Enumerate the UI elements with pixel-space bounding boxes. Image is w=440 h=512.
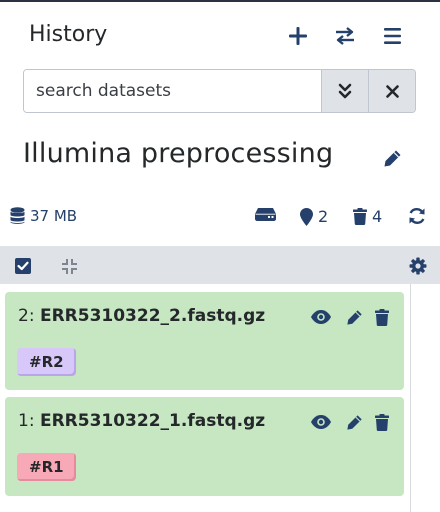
select-items-button[interactable] bbox=[11, 254, 35, 278]
edit-history-button[interactable] bbox=[378, 144, 406, 172]
panel-title: History bbox=[29, 22, 108, 47]
dataset-item[interactable]: 1: ERR5310322_1.fastq.gz #R1 bbox=[5, 397, 404, 496]
history-header: History bbox=[0, 14, 440, 58]
dataset-tag[interactable]: #R1 bbox=[17, 453, 76, 481]
pencil-icon bbox=[384, 150, 400, 166]
delete-dataset-button[interactable] bbox=[370, 410, 394, 434]
database-icon bbox=[10, 207, 25, 224]
gear-icon bbox=[409, 257, 427, 275]
dataset-item[interactable]: 2: ERR5310322_2.fastq.gz #R2 bbox=[5, 292, 404, 390]
create-history-button[interactable] bbox=[282, 20, 314, 52]
dataset-name: ERR5310322_1.fastq.gz bbox=[39, 411, 266, 431]
trash-icon bbox=[375, 413, 389, 431]
advanced-search-button[interactable] bbox=[321, 70, 368, 112]
delete-dataset-button[interactable] bbox=[370, 305, 394, 329]
trash-icon bbox=[353, 208, 367, 225]
compress-icon bbox=[61, 258, 77, 274]
plus-icon bbox=[289, 27, 307, 45]
refresh-button[interactable] bbox=[408, 207, 426, 225]
history-size-label: 37 MB bbox=[30, 207, 78, 225]
history-options-button[interactable] bbox=[376, 20, 408, 52]
display-dataset-button[interactable] bbox=[309, 305, 333, 329]
dataset-tag[interactable]: #R2 bbox=[17, 348, 76, 376]
edit-dataset-button[interactable] bbox=[342, 410, 366, 434]
dataset-toolbar bbox=[0, 246, 440, 284]
shown-datasets-filter[interactable]: 2 bbox=[300, 207, 328, 226]
shown-count: 2 bbox=[318, 207, 329, 226]
scrollbar-track[interactable] bbox=[410, 284, 411, 512]
history-stats: 37 MB 2 4 bbox=[0, 203, 440, 233]
checkbox-checked-icon bbox=[15, 258, 31, 274]
top-border bbox=[0, 0, 440, 2]
deleted-datasets-filter[interactable]: 4 bbox=[353, 207, 382, 226]
close-icon bbox=[385, 84, 399, 98]
dataset-list: 2: ERR5310322_2.fastq.gz #R2 1: ERR53103… bbox=[0, 284, 410, 512]
list-settings-button[interactable] bbox=[406, 254, 430, 278]
dataset-hid: 1: bbox=[18, 411, 35, 431]
eye-icon bbox=[311, 310, 331, 324]
dataset-hid: 2: bbox=[18, 306, 35, 326]
clear-search-button[interactable] bbox=[368, 70, 415, 112]
switch-icon bbox=[336, 27, 354, 45]
edit-dataset-button[interactable] bbox=[342, 305, 366, 329]
pencil-icon bbox=[346, 309, 362, 325]
display-dataset-button[interactable] bbox=[309, 410, 333, 434]
map-marker-icon bbox=[300, 207, 313, 226]
storage-dashboard-button[interactable] bbox=[255, 207, 276, 221]
dataset-title[interactable]: 2: ERR5310322_2.fastq.gz bbox=[18, 306, 265, 326]
eye-icon bbox=[311, 415, 331, 429]
bars-icon bbox=[383, 28, 401, 44]
sync-icon bbox=[409, 208, 425, 224]
dataset-search bbox=[23, 69, 416, 113]
double-chevron-down-icon bbox=[338, 83, 352, 99]
hard-drive-icon bbox=[255, 208, 276, 221]
deleted-count: 4 bbox=[372, 207, 383, 226]
collapse-items-button[interactable] bbox=[57, 254, 81, 278]
pencil-icon bbox=[346, 414, 362, 430]
switch-history-button[interactable] bbox=[329, 20, 361, 52]
search-input[interactable] bbox=[24, 70, 321, 112]
dataset-name: ERR5310322_2.fastq.gz bbox=[39, 306, 266, 326]
history-size[interactable]: 37 MB bbox=[10, 207, 77, 225]
dataset-title[interactable]: 1: ERR5310322_1.fastq.gz bbox=[18, 411, 265, 431]
trash-icon bbox=[375, 308, 389, 326]
history-name: Illumina preprocessing bbox=[23, 138, 334, 169]
